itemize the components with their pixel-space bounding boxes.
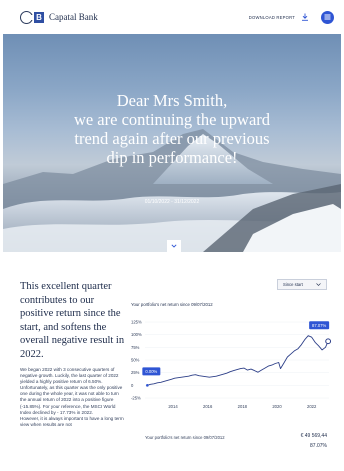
chevron-down-icon <box>171 244 177 248</box>
x-tick-label: 2016 <box>203 404 213 409</box>
section-body: We began 2022 with 3 consecutive quarter… <box>20 367 124 428</box>
y-tick-label: 0 <box>131 383 134 388</box>
logo-ring-icon <box>20 10 34 24</box>
hero-banner: Dear Mrs Smith, we are continuing the up… <box>3 34 341 252</box>
portfolio-chart-card: Since start Your portfolio's net return … <box>119 270 340 470</box>
y-tick-label: 100% <box>131 332 142 337</box>
x-tick-label: 2014 <box>168 404 178 409</box>
top-header: B Capatal Bank DOWNLOAD REPORT <box>0 0 344 34</box>
period-select[interactable]: Since start <box>277 279 327 290</box>
summary-percentage: 87.07% <box>310 443 327 449</box>
summary-label: Your portfolio's net return since 09/07/… <box>145 435 225 440</box>
y-tick-label: -25% <box>131 396 141 401</box>
hero-headline-line: dip in performance! <box>106 148 238 167</box>
download-icon[interactable] <box>301 13 309 21</box>
report-date-range: 01/10/2022 - 31/12/2022 <box>144 199 200 205</box>
start-value-label: 0.00% <box>145 369 157 374</box>
logo-mark-icon: B <box>34 11 44 23</box>
section-title: This excellent quarter contributes to ou… <box>20 281 125 360</box>
y-tick-label: 25% <box>131 370 140 375</box>
body-paragraph: We began 2022 with 3 consecutive quarter… <box>20 367 123 415</box>
end-point <box>325 338 332 345</box>
y-tick-label: 50% <box>131 358 140 363</box>
summary-value: € 49 569,44 <box>300 433 327 439</box>
body-paragraph: However, it is always important to have … <box>20 415 124 427</box>
download-report-link[interactable]: DOWNLOAD REPORT <box>249 15 295 20</box>
hero-headline-line: trend again after our previous <box>74 129 270 148</box>
menu-button[interactable] <box>321 10 334 24</box>
scroll-down-button[interactable] <box>167 240 181 252</box>
y-tick-label: 125% <box>131 320 142 325</box>
series-line <box>147 335 329 386</box>
hamburger-icon <box>324 14 331 20</box>
x-tick-label: 2018 <box>238 404 248 409</box>
net-return-line-chart[interactable]: 125% 100% 75% 50% 25% 0 -25% 2014 2016 2018 2020 20… <box>119 310 340 428</box>
x-tick-label: 2020 <box>272 404 282 409</box>
period-select-value: Since start <box>283 282 303 287</box>
hero-headline: Dear Mrs Smith, we are continuing the up… <box>3 91 341 167</box>
y-tick-label: 75% <box>131 345 140 350</box>
x-tick-label: 2022 <box>307 404 317 409</box>
start-point <box>146 384 149 387</box>
end-value-label: 87.07% <box>312 323 326 328</box>
hero-headline-line: we are continuing the upward <box>73 110 271 129</box>
chevron-down-icon <box>316 283 321 286</box>
brand-name: Capatal Bank <box>49 12 98 22</box>
chart-title: Your portfolio's net return since 09/07/… <box>131 302 213 307</box>
hero-headline-line: Dear Mrs Smith, <box>116 91 228 110</box>
logo[interactable]: B Capatal Bank <box>20 10 98 24</box>
